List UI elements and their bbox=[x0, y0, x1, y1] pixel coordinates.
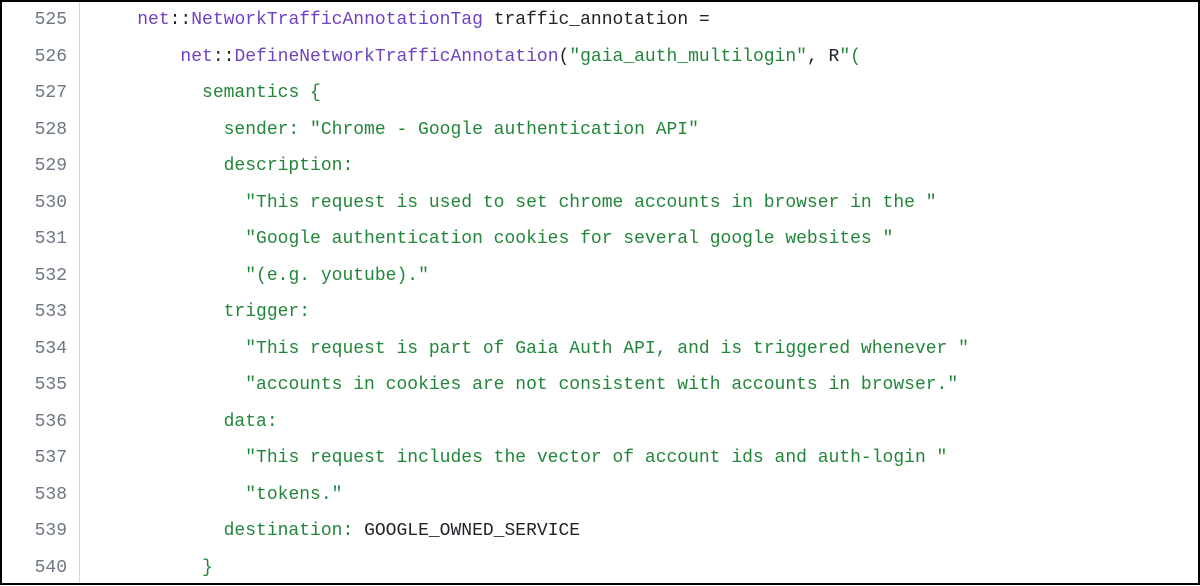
code-token: NetworkTrafficAnnotationTag bbox=[191, 10, 483, 30]
line-number: 529 bbox=[2, 148, 67, 185]
line-number: 528 bbox=[2, 112, 67, 149]
code-viewer: 5255265275285295305315325335345355365375… bbox=[2, 2, 1198, 583]
code-token: "Google authentication cookies for sever… bbox=[245, 229, 893, 249]
code-line[interactable]: description: bbox=[94, 148, 1198, 185]
line-number: 532 bbox=[2, 258, 67, 295]
code-token: , R bbox=[807, 47, 839, 67]
line-number: 535 bbox=[2, 367, 67, 404]
line-number: 531 bbox=[2, 221, 67, 258]
code-token: semantics { bbox=[202, 83, 321, 103]
code-token: trigger: bbox=[224, 302, 310, 322]
code-token: :: bbox=[170, 10, 192, 30]
code-line[interactable]: "Google authentication cookies for sever… bbox=[94, 221, 1198, 258]
line-number: 540 bbox=[2, 550, 67, 586]
code-line[interactable]: trigger: bbox=[94, 294, 1198, 331]
code-line[interactable]: "tokens." bbox=[94, 477, 1198, 514]
code-line[interactable]: net::DefineNetworkTrafficAnnotation("gai… bbox=[94, 39, 1198, 76]
code-token: GOOGLE_OWNED_SERVICE bbox=[364, 521, 580, 541]
code-line[interactable]: net::NetworkTrafficAnnotationTag traffic… bbox=[94, 2, 1198, 39]
code-token: data: bbox=[224, 412, 278, 432]
code-token: traffic_annotation = bbox=[483, 10, 710, 30]
line-number: 525 bbox=[2, 2, 67, 39]
code-token: DefineNetworkTrafficAnnotation bbox=[234, 47, 558, 67]
line-number: 527 bbox=[2, 75, 67, 112]
code-token: } bbox=[202, 558, 213, 578]
code-token: net bbox=[180, 47, 212, 67]
code-line[interactable]: "This request is part of Gaia Auth API, … bbox=[94, 331, 1198, 368]
code-content[interactable]: net::NetworkTrafficAnnotationTag traffic… bbox=[80, 2, 1198, 583]
code-token: :: bbox=[213, 47, 235, 67]
code-line[interactable]: "This request includes the vector of acc… bbox=[94, 440, 1198, 477]
code-line[interactable]: sender: "Chrome - Google authentication … bbox=[94, 112, 1198, 149]
line-number: 537 bbox=[2, 440, 67, 477]
code-token: destination: bbox=[224, 521, 364, 541]
line-number: 538 bbox=[2, 477, 67, 514]
code-token: "This request is used to set chrome acco… bbox=[245, 193, 936, 213]
code-line[interactable]: destination: GOOGLE_OWNED_SERVICE bbox=[94, 513, 1198, 550]
code-line[interactable]: } bbox=[94, 550, 1198, 584]
line-number-gutter: 5255265275285295305315325335345355365375… bbox=[2, 2, 80, 583]
code-token: description: bbox=[224, 156, 354, 176]
code-line[interactable]: "accounts in cookies are not consistent … bbox=[94, 367, 1198, 404]
code-token: "accounts in cookies are not consistent … bbox=[245, 375, 958, 395]
code-token: sender: "Chrome - Google authentication … bbox=[224, 120, 699, 140]
line-number: 526 bbox=[2, 39, 67, 76]
code-token: "tokens." bbox=[245, 485, 342, 505]
code-token: net bbox=[137, 10, 169, 30]
code-line[interactable]: "This request is used to set chrome acco… bbox=[94, 185, 1198, 222]
code-token: "This request is part of Gaia Auth API, … bbox=[245, 339, 969, 359]
code-token: ( bbox=[559, 47, 570, 67]
line-number: 533 bbox=[2, 294, 67, 331]
line-number: 534 bbox=[2, 331, 67, 368]
code-token: "(e.g. youtube)." bbox=[245, 266, 429, 286]
code-line[interactable]: semantics { bbox=[94, 75, 1198, 112]
line-number: 536 bbox=[2, 404, 67, 441]
code-line[interactable]: data: bbox=[94, 404, 1198, 441]
code-token: "This request includes the vector of acc… bbox=[245, 448, 947, 468]
line-number: 530 bbox=[2, 185, 67, 222]
line-number: 539 bbox=[2, 513, 67, 550]
code-token: "gaia_auth_multilogin" bbox=[569, 47, 807, 67]
code-token: "( bbox=[839, 47, 861, 67]
code-line[interactable]: "(e.g. youtube)." bbox=[94, 258, 1198, 295]
